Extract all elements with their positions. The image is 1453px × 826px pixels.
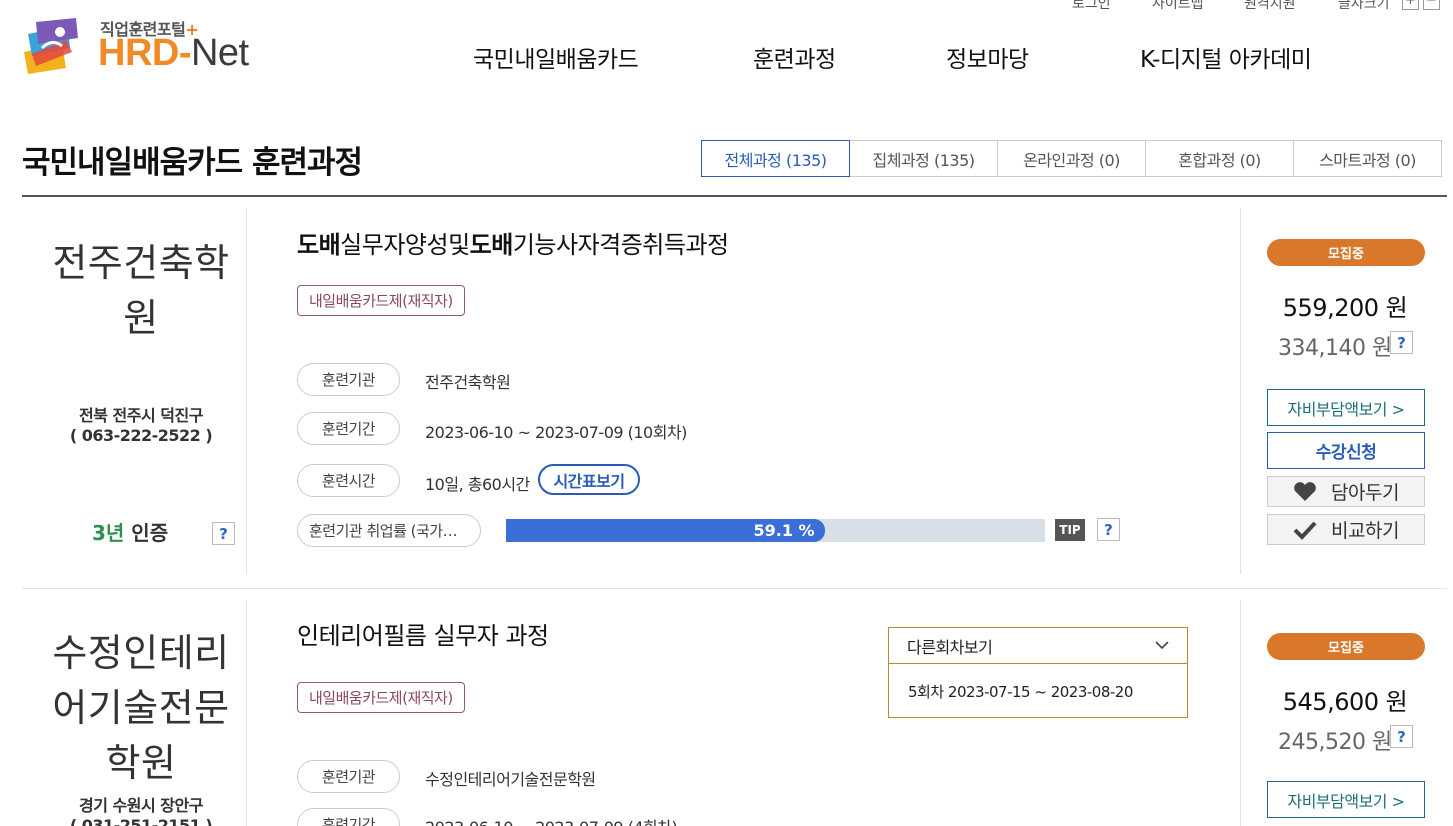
institution-name[interactable]: 전주건축학 원 (42, 236, 240, 346)
divider (1240, 208, 1241, 574)
page-title: 국민내일배움카드 훈련과정 (22, 145, 363, 181)
card-type-badge: 내일배움카드제(재직자) (297, 285, 465, 316)
institution-value: 수정인테리어기술전문학원 (425, 770, 596, 789)
compare-button[interactable]: 비교하기 (1267, 514, 1425, 545)
status-badge: 모집중 (1267, 239, 1425, 266)
certification-badge: 3년 인증 (92, 521, 169, 545)
tab-offline[interactable]: 집체과정 (135) (849, 140, 998, 177)
other-rounds-dropdown[interactable]: 다른회차보기 5회차 2023-07-15 ~ 2023-08-20 (888, 627, 1188, 718)
divider (22, 588, 1447, 589)
course-title[interactable]: 인테리어필름 실무자 과정 (297, 616, 549, 651)
divider (246, 600, 247, 826)
employment-rate-bar: 59.1 % (506, 519, 1045, 542)
tab-all[interactable]: 전체과정 (135) (701, 140, 850, 177)
hours-label: 훈련시간 (297, 464, 400, 497)
logo-wordmark: HRD-Net (98, 32, 249, 74)
price-help-icon[interactable]: ? (1390, 725, 1413, 748)
chevron-down-icon (1155, 641, 1169, 650)
text-size-label: 글자크기 (1338, 0, 1390, 12)
hours-value: 10일, 총60시간 (425, 475, 530, 494)
sitemap-link[interactable]: 사이트맵 (1152, 0, 1204, 13)
course-card: 수정인테리 어기술전문 학원 경기 수원시 장안구 ( 031-251-2151… (22, 600, 1447, 826)
apply-button[interactable]: 수강신청 (1267, 432, 1425, 469)
divider (246, 208, 247, 574)
period-label: 훈련기간 (297, 808, 400, 826)
course-type-tabs: 전체과정 (135) 집체과정 (135) 온라인과정 (0) 혼합과정 (0)… (701, 140, 1442, 177)
gnb-item-info[interactable]: 정보마당 (946, 40, 1029, 74)
dropdown-header[interactable]: 다른회차보기 (889, 628, 1187, 664)
price-help-icon[interactable]: ? (1390, 331, 1413, 354)
subsidized-price: 245,520 원 (1278, 730, 1392, 755)
gnb-item-learning-card[interactable]: 국민내일배움카드 (473, 40, 639, 74)
tip-badge[interactable]: TIP (1055, 519, 1085, 541)
employment-rate-fill: 59.1 % (506, 519, 825, 542)
period-value: 2023-06-10 ~ 2023-07-09 (10회차) (425, 423, 687, 442)
check-icon (1293, 521, 1317, 540)
login-link[interactable]: 로그인 (1072, 0, 1111, 13)
zoom-out-button[interactable]: − (1423, 0, 1440, 10)
gnb-item-courses[interactable]: 훈련과정 (753, 40, 836, 74)
employment-label: 훈련기관 취업률 (국가… (297, 514, 481, 547)
institution-address: 전북 전주시 덕진구 ( 063-222-2522 ) (69, 406, 213, 445)
remote-support-link[interactable]: 원격지원 (1244, 0, 1296, 13)
card-type-badge: 내일배움카드제(재직자) (297, 682, 465, 713)
tab-smart[interactable]: 스마트과정 (0) (1293, 140, 1442, 177)
gnb-item-k-digital[interactable]: K-디지털 아카데미 (1140, 40, 1312, 74)
heart-icon (1294, 481, 1316, 501)
hrd-net-logo[interactable]: 직업훈련포털+ HRD-Net (22, 14, 272, 76)
tab-online[interactable]: 온라인과정 (0) (997, 140, 1146, 177)
employment-help-icon[interactable]: ? (1097, 518, 1120, 541)
divider (22, 195, 1447, 197)
period-value: 2023-06-10 ~ 2023-07-09 (4회차) (425, 814, 678, 826)
zoom-in-button[interactable]: + (1402, 0, 1419, 10)
course-title[interactable]: 도배실무자양성및도배기능사자격증취득과정 (297, 225, 729, 260)
logo-mark-icon (24, 18, 78, 74)
course-card: 전주건축학 원 전북 전주시 덕진구 ( 063-222-2522 ) 3년 인… (22, 208, 1447, 578)
divider (1240, 600, 1241, 826)
cert-help-icon[interactable]: ? (212, 522, 235, 545)
institution-value: 전주건축학원 (425, 373, 511, 392)
institution-name[interactable]: 수정인테리 어기술전문 학원 (42, 626, 240, 791)
self-pay-button[interactable]: 자비부담액보기 > (1267, 781, 1425, 818)
institution-label: 훈련기관 (297, 363, 400, 396)
institution-label: 훈련기관 (297, 760, 400, 793)
self-pay-button[interactable]: 자비부담액보기 > (1267, 389, 1425, 426)
tab-blended[interactable]: 혼합과정 (0) (1145, 140, 1294, 177)
status-badge: 모집중 (1267, 633, 1425, 660)
dropdown-option[interactable]: 5회차 2023-07-15 ~ 2023-08-20 (889, 664, 1187, 719)
period-label: 훈련기간 (297, 412, 400, 445)
timetable-button[interactable]: 시간표보기 (538, 464, 640, 495)
institution-address: 경기 수원시 장안구 ( 031-251-2151 ) (69, 796, 213, 826)
wishlist-button[interactable]: 담아두기 (1267, 476, 1425, 507)
subsidized-price: 334,140 원 (1278, 336, 1392, 361)
course-price: 545,600 원 (1282, 688, 1408, 716)
course-price: 559,200 원 (1282, 294, 1408, 322)
